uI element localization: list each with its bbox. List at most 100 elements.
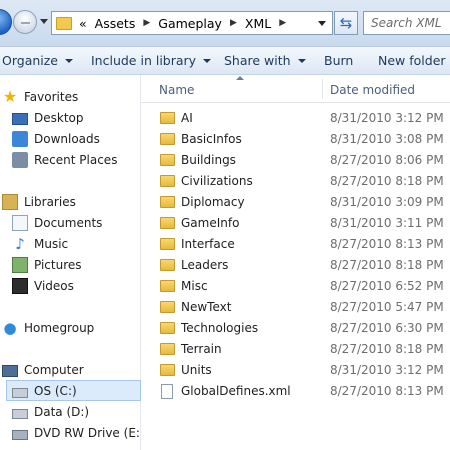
command-bar: Organize Include in library Share with B… [0, 47, 450, 75]
libraries-icon [2, 193, 18, 210]
breadcrumb: « Assets ▶ Gameplay ▶ XML ▶ [79, 16, 294, 31]
file-row[interactable]: Misc 8/27/2010 6:52 PM [141, 276, 450, 297]
address-field[interactable]: « Assets ▶ Gameplay ▶ XML ▶ [51, 11, 333, 35]
file-name: GlobalDefines.xml [181, 384, 291, 398]
nav-os-label: OS (C:) [34, 383, 77, 398]
nav-favorites-label: Favorites [24, 89, 79, 104]
file-row[interactable]: NewText 8/27/2010 5:47 PM [141, 297, 450, 318]
file-row[interactable]: Technologies 8/27/2010 6:30 PM [141, 318, 450, 339]
nav-homegroup[interactable]: ● Homegroup [2, 317, 143, 338]
chevron-right-icon[interactable]: ▶ [230, 18, 237, 28]
file-row[interactable]: Civilizations 8/27/2010 8:18 PM [141, 171, 450, 192]
column-date-header[interactable]: Date modified [330, 83, 415, 97]
chevron-right-icon[interactable]: ▶ [143, 18, 150, 28]
nav-videos[interactable]: Videos [12, 275, 153, 296]
file-name: GameInfo [181, 216, 240, 230]
nav-homegroup-label: Homegroup [24, 320, 95, 335]
file-name: Units [181, 363, 212, 377]
breadcrumb-xml[interactable]: XML [245, 16, 271, 31]
nav-favorites[interactable]: ★ Favorites [2, 86, 143, 107]
address-bar-area: « Assets ▶ Gameplay ▶ XML ▶ ⇆ Search XML [0, 0, 450, 47]
nav-libraries-label: Libraries [24, 194, 76, 209]
folder-icon [160, 112, 175, 124]
file-date-modified: 8/31/2010 3:12 PM [330, 111, 444, 125]
nav-documents-label: Documents [34, 215, 103, 230]
recent-pages-dropdown-icon[interactable] [40, 19, 48, 24]
navigation-pane[interactable]: ★ Favorites Desktop Downloads Recent Plac… [0, 75, 141, 450]
chevron-down-icon [203, 58, 212, 63]
burn-button[interactable]: Burn [324, 53, 353, 68]
sort-ascending-icon [236, 76, 244, 80]
nav-computer[interactable]: Computer [2, 359, 143, 380]
search-input[interactable]: Search XML [363, 11, 450, 35]
address-dropdown-icon[interactable] [318, 21, 326, 26]
file-date-modified: 8/31/2010 3:08 PM [330, 132, 444, 146]
nav-recent-places[interactable]: Recent Places [12, 149, 153, 170]
file-name: NewText [181, 300, 232, 314]
nav-music[interactable]: ♪ Music [12, 233, 153, 254]
folder-icon [160, 322, 175, 334]
nav-pictures[interactable]: Pictures [12, 254, 153, 275]
folder-icon [160, 217, 175, 229]
file-row[interactable]: BasicInfos 8/31/2010 3:08 PM [141, 129, 450, 150]
include-label: Include in library [91, 53, 197, 68]
file-row[interactable]: Units 8/31/2010 3:12 PM [141, 360, 450, 381]
chevron-right-icon[interactable]: ▶ [279, 18, 286, 28]
nav-data-drive[interactable]: Data (D:) [12, 401, 153, 422]
organize-button[interactable]: Organize [2, 53, 73, 68]
refresh-button[interactable]: ⇆ [334, 11, 358, 35]
folder-icon [160, 196, 175, 208]
file-row[interactable]: Terrain 8/27/2010 8:18 PM [141, 339, 450, 360]
nav-documents[interactable]: Documents [12, 212, 153, 233]
file-name: Civilizations [181, 174, 253, 188]
nav-recent-label: Recent Places [34, 152, 118, 167]
file-date-modified: 8/27/2010 8:18 PM [330, 342, 444, 356]
breadcrumb-overflow[interactable]: « [79, 16, 87, 31]
folder-icon [160, 280, 175, 292]
folder-icon [160, 154, 175, 166]
file-row[interactable]: GameInfo 8/31/2010 3:11 PM [141, 213, 450, 234]
nav-desktop[interactable]: Desktop [12, 107, 153, 128]
share-with-button[interactable]: Share with [224, 53, 306, 68]
file-row[interactable]: GlobalDefines.xml 8/27/2010 8:13 PM [141, 381, 450, 402]
folder-icon [56, 16, 72, 30]
folder-icon [160, 259, 175, 271]
forward-button[interactable] [13, 10, 37, 34]
hard-drive-icon [12, 408, 28, 419]
nav-computer-label: Computer [24, 362, 84, 377]
videos-icon [12, 277, 28, 294]
folder-icon [160, 301, 175, 313]
file-row[interactable]: Buildings 8/27/2010 8:06 PM [141, 150, 450, 171]
nav-libraries[interactable]: Libraries [2, 191, 143, 212]
pictures-icon [12, 256, 28, 273]
chevron-down-icon [65, 58, 73, 63]
star-icon: ★ [2, 86, 18, 106]
breadcrumb-gameplay[interactable]: Gameplay [158, 16, 222, 31]
file-row[interactable]: Interface 8/27/2010 8:13 PM [141, 234, 450, 255]
column-divider[interactable] [322, 79, 323, 99]
file-name: Misc [181, 279, 208, 293]
file-name: BasicInfos [181, 132, 242, 146]
nav-downloads-label: Downloads [34, 131, 100, 146]
nav-dvd-drive[interactable]: DVD RW Drive (E:) Si [12, 422, 141, 443]
column-name-header[interactable]: Name [159, 83, 194, 97]
new-folder-button[interactable]: New folder [378, 53, 446, 68]
include-in-library-button[interactable]: Include in library [91, 53, 212, 68]
new-folder-label: New folder [378, 53, 446, 68]
nav-downloads[interactable]: Downloads [12, 128, 153, 149]
file-date-modified: 8/31/2010 3:11 PM [330, 216, 444, 230]
file-row[interactable]: AI 8/31/2010 3:12 PM [141, 108, 450, 129]
file-row[interactable]: Leaders 8/27/2010 8:18 PM [141, 255, 450, 276]
back-button[interactable] [0, 9, 12, 35]
file-date-modified: 8/27/2010 8:18 PM [330, 174, 444, 188]
nav-os-drive[interactable]: OS (C:) [6, 380, 141, 401]
music-icon: ♪ [15, 234, 25, 253]
breadcrumb-assets[interactable]: Assets [95, 16, 136, 31]
documents-icon [12, 214, 28, 231]
folder-icon [160, 238, 175, 250]
file-row[interactable]: Diplomacy 8/31/2010 3:09 PM [141, 192, 450, 213]
file-date-modified: 8/27/2010 6:30 PM [330, 321, 444, 335]
file-list[interactable]: Name Date modified AI 8/31/2010 3:12 PM Ba… [141, 75, 450, 450]
folder-icon [160, 343, 175, 355]
refresh-icon: ⇆ [339, 14, 353, 32]
